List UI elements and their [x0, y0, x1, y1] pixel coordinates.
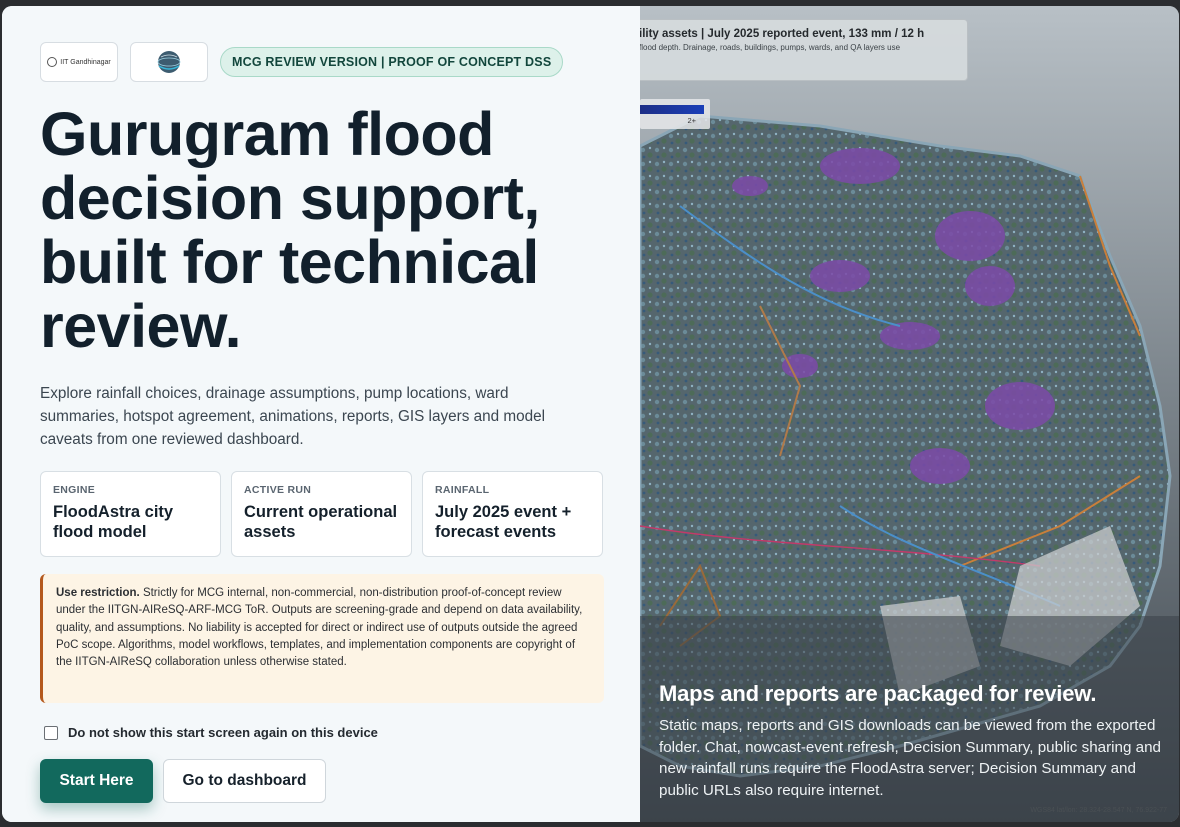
rainfall-card: RAINFALL July 2025 event + forecast even… — [422, 471, 603, 557]
legend-color-bar — [640, 105, 704, 114]
globe-logo-icon — [157, 51, 181, 73]
map-subtitle: flood depth. Drainage, roads, buildings,… — [640, 43, 901, 52]
iitgn-emblem-icon — [47, 57, 58, 67]
legend-tick-label: 2+ — [687, 116, 696, 125]
card-value: July 2025 event + forecast events — [435, 503, 572, 541]
card-value: FloodAstra city flood model — [53, 503, 174, 541]
card-value: Current operational assets — [244, 503, 398, 541]
card-label: ACTIVE RUN — [244, 484, 312, 496]
action-buttons: Start Here Go to dashboard — [40, 759, 604, 803]
engine-card: ENGINE FloodAstra city flood model — [40, 471, 221, 557]
iitgn-logo: IIT Gandhinagar — [40, 42, 118, 82]
review-version-badge: MCG REVIEW VERSION | PROOF OF CONCEPT DS… — [220, 47, 564, 77]
card-label: RAINFALL — [435, 484, 490, 496]
active-run-card: ACTIVE RUN Current operational assets — [231, 471, 412, 557]
map-title-box: ility assets | July 2025 reported event,… — [640, 19, 968, 81]
partner-logo — [130, 42, 208, 82]
summary-cards: ENGINE FloodAstra city flood model ACTIV… — [40, 471, 604, 557]
dont-show-again-checkbox[interactable] — [44, 725, 58, 740]
overlay-heading: Maps and reports are packaged for review… — [659, 681, 1097, 706]
iitgn-logo-text: IIT Gandhinagar — [60, 58, 111, 66]
map-coordinates: WGS84 lat/lon: 28.324-28.547 N, 76.922-7… — [1030, 807, 1167, 814]
card-label: ENGINE — [53, 484, 96, 496]
go-to-dashboard-button[interactable]: Go to dashboard — [163, 759, 326, 803]
flood-map-preview: ility assets | July 2025 reported event,… — [640, 6, 1179, 822]
restriction-title: Use restriction. — [56, 587, 140, 599]
intro-text: Explore rainfall choices, drainage assum… — [40, 385, 546, 448]
intro-panel: IIT Gandhinagar MCG REVIEW VERSION | PRO… — [2, 6, 640, 822]
use-restriction-notice: Use restriction. Strictly for MCG intern… — [40, 574, 604, 703]
page-title: Gurugram flood decision support, built f… — [40, 100, 540, 360]
dont-show-again-label[interactable]: Do not show this start screen again on t… — [68, 725, 378, 740]
review-info-overlay: Maps and reports are packaged for review… — [659, 681, 1171, 801]
start-here-button[interactable]: Start Here — [40, 759, 153, 803]
restriction-text: Strictly for MCG internal, non-commercia… — [56, 587, 583, 669]
depth-legend: 2+ — [640, 99, 710, 129]
logo-row: IIT Gandhinagar MCG REVIEW VERSION | PRO… — [40, 42, 604, 82]
overlay-description: Static maps, reports and GIS downloads c… — [659, 717, 1161, 799]
map-title: ility assets | July 2025 reported event,… — [640, 28, 925, 40]
dont-show-again-option[interactable]: Do not show this start screen again on t… — [44, 725, 604, 740]
start-screen-modal: IIT Gandhinagar MCG REVIEW VERSION | PRO… — [2, 6, 1179, 822]
